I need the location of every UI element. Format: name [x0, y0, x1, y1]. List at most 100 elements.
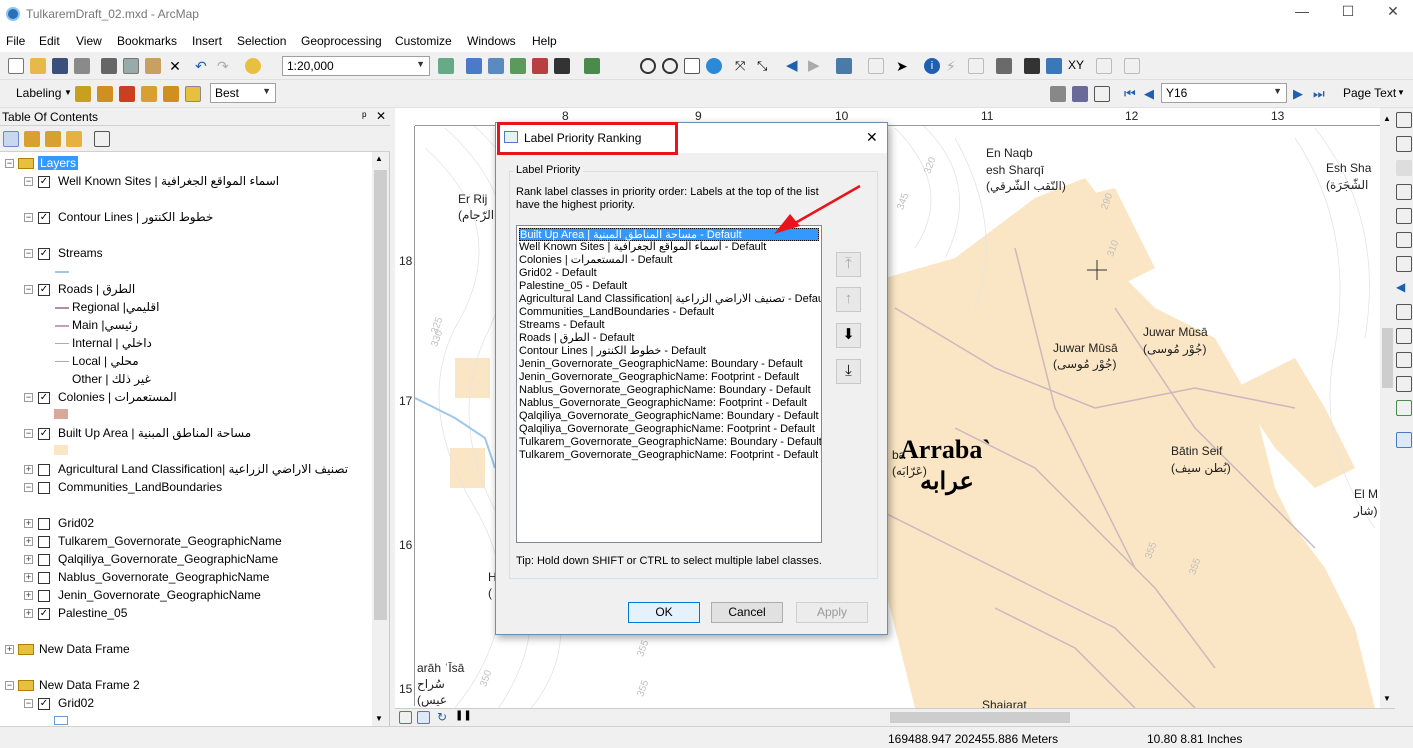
select-elements-icon[interactable]: ➤ [896, 58, 912, 74]
first-page-icon[interactable]: ⏮ [1124, 86, 1140, 102]
label-class-item[interactable]: Qalqiliya_Governorate_GeographicName: Bo… [519, 410, 819, 423]
model-builder-icon[interactable] [584, 58, 600, 74]
layer-row-nablus[interactable]: + Nablus_Governorate_GeographicName [0, 569, 372, 587]
menu-help[interactable]: Help [532, 34, 557, 48]
scroll-down-icon[interactable]: ▼ [375, 714, 383, 723]
add-data-icon[interactable] [245, 58, 261, 74]
label-priority-icon[interactable] [97, 86, 113, 102]
label-class-item[interactable]: Tulkarem_Governorate_GeographicName: Foo… [519, 449, 819, 462]
layout-view-icon[interactable] [417, 711, 430, 724]
visibility-checkbox[interactable]: ✓ [38, 392, 50, 404]
identify-icon[interactable]: i [924, 58, 940, 74]
go-to-xy-icon[interactable]: XY [1068, 58, 1084, 74]
layer-row-communities[interactable]: − Communities_LandBoundaries [0, 479, 372, 497]
visibility-checkbox[interactable] [38, 518, 50, 530]
search-window-icon[interactable] [510, 58, 526, 74]
paste-icon[interactable] [145, 58, 161, 74]
label-class-item[interactable]: Streams - Default [519, 319, 819, 332]
layout-tool-icon[interactable] [1050, 86, 1066, 102]
label-weight-icon[interactable] [119, 86, 135, 102]
zoom-100-icon[interactable] [1396, 208, 1412, 224]
toggle-draft-icon[interactable] [1396, 352, 1412, 368]
pin-icon[interactable]: ᵖ [362, 109, 367, 123]
pause-labeling-icon[interactable] [163, 86, 179, 102]
visibility-checkbox[interactable]: ✓ [38, 248, 50, 260]
scroll-down-icon[interactable]: ▼ [1383, 694, 1391, 703]
full-extent-icon[interactable] [706, 58, 722, 74]
find-route-icon[interactable] [1046, 58, 1062, 74]
collapse-icon[interactable]: − [24, 483, 33, 492]
page-text-menu[interactable]: Page Text [1343, 86, 1396, 100]
label-class-item[interactable]: Agricultural Land Classification| تصنيف … [519, 293, 821, 306]
zoom-out-icon[interactable] [662, 58, 678, 74]
expand-icon[interactable]: + [24, 465, 33, 474]
label-class-item[interactable]: Communities_LandBoundaries - Default [519, 306, 819, 319]
list-by-source-icon[interactable] [24, 131, 40, 147]
ok-button[interactable]: OK [628, 602, 700, 623]
visibility-checkbox[interactable]: ✓ [38, 698, 50, 710]
editor-icon[interactable] [438, 58, 454, 74]
label-class-item[interactable]: Nablus_Governorate_GeographicName: Bound… [519, 384, 819, 397]
collapse-icon[interactable]: − [24, 177, 33, 186]
layer-row-jenin[interactable]: + Jenin_Governorate_GeographicName [0, 587, 372, 605]
copy-icon[interactable] [123, 58, 139, 74]
table-window-icon[interactable] [466, 58, 482, 74]
page-combo[interactable]: Y16 ▼ [1161, 83, 1287, 103]
go-back-icon[interactable]: ◀ [1396, 280, 1412, 296]
python-icon[interactable] [554, 58, 570, 74]
data-driven-page-toolbar-icon[interactable] [1396, 432, 1412, 448]
go-forward-icon[interactable] [1396, 304, 1412, 320]
refresh-icon[interactable]: ↻ [437, 710, 450, 724]
maximize-button[interactable]: ☐ [1328, 3, 1368, 23]
expand-icon[interactable]: + [24, 591, 33, 600]
new-document-icon[interactable] [8, 58, 24, 74]
scale-combo[interactable]: 1:20,000 ▼ [282, 56, 430, 76]
last-page-icon[interactable]: ⏭ [1313, 86, 1329, 102]
expand-icon[interactable]: + [24, 609, 33, 618]
open-folder-icon[interactable] [30, 58, 46, 74]
zoom-in-icon[interactable] [640, 58, 656, 74]
print-icon[interactable] [74, 58, 90, 74]
new-data-frame-row[interactable]: + New Data Frame [0, 641, 372, 659]
close-icon[interactable]: ✕ [376, 109, 386, 123]
label-class-item[interactable]: Colonies | المستعمرات - Default [519, 254, 819, 267]
find-icon[interactable] [1024, 58, 1040, 74]
fixed-zoom-out-icon[interactable]: ⤡ [757, 58, 773, 74]
label-class-item[interactable]: Nablus_Governorate_GeographicName: Footp… [519, 397, 819, 410]
fixed-zoom-in-page-icon[interactable] [1396, 232, 1412, 248]
focus-data-frame-icon[interactable] [1396, 376, 1412, 392]
change-layout-vertical-icon[interactable] [1396, 400, 1412, 416]
time-slider-icon[interactable] [1096, 58, 1112, 74]
visibility-checkbox[interactable] [38, 536, 50, 548]
hyperlink-icon[interactable]: ⚡ [946, 58, 962, 74]
visibility-checkbox[interactable] [38, 554, 50, 566]
menu-customize[interactable]: Customize [395, 34, 452, 48]
data-driven-pages-icon[interactable] [1094, 86, 1110, 102]
html-popup-icon[interactable] [968, 58, 984, 74]
layout-pan-icon[interactable] [1396, 160, 1412, 176]
new-data-frame-2-row[interactable]: − New Data Frame 2 [0, 677, 372, 695]
horizontal-scrollbar[interactable] [495, 711, 895, 724]
undo-icon[interactable]: ↶ [195, 58, 211, 74]
next-page-icon[interactable]: ▶ [1293, 86, 1309, 102]
data-view-icon[interactable] [399, 711, 412, 724]
redo-icon[interactable]: ↷ [217, 58, 233, 74]
save-icon[interactable] [52, 58, 68, 74]
label-class-item[interactable]: Grid02 - Default [519, 267, 819, 280]
menu-view[interactable]: View [76, 34, 102, 48]
measure-icon[interactable] [996, 58, 1012, 74]
visibility-checkbox[interactable] [38, 590, 50, 602]
layer-row-built-up-area[interactable]: − ✓ Built Up Area | مساحة المناطق المبني… [0, 425, 372, 443]
menu-edit[interactable]: Edit [39, 34, 60, 48]
delete-icon[interactable]: ✕ [167, 58, 183, 74]
layer-row-agricultural[interactable]: + Agricultural Land Classification| تصني… [0, 461, 372, 479]
visibility-checkbox[interactable]: ✓ [38, 176, 50, 188]
layer-row-contour-lines[interactable]: − ✓ Contour Lines | خطوط الكنتور [0, 209, 372, 227]
collapse-icon[interactable]: − [5, 159, 14, 168]
layer-row-well-known-sites[interactable]: − ✓ Well Known Sites | اسماء المواقع الج… [0, 173, 372, 191]
label-class-item[interactable]: Well Known Sites | اسماء المواقع الجغراف… [519, 241, 819, 254]
move-up-button[interactable]: ↑ [836, 287, 861, 312]
scroll-up-icon[interactable]: ▲ [1383, 114, 1391, 123]
menu-windows[interactable]: Windows [467, 34, 516, 48]
label-quality-combo[interactable]: Best ▼ [210, 83, 276, 103]
